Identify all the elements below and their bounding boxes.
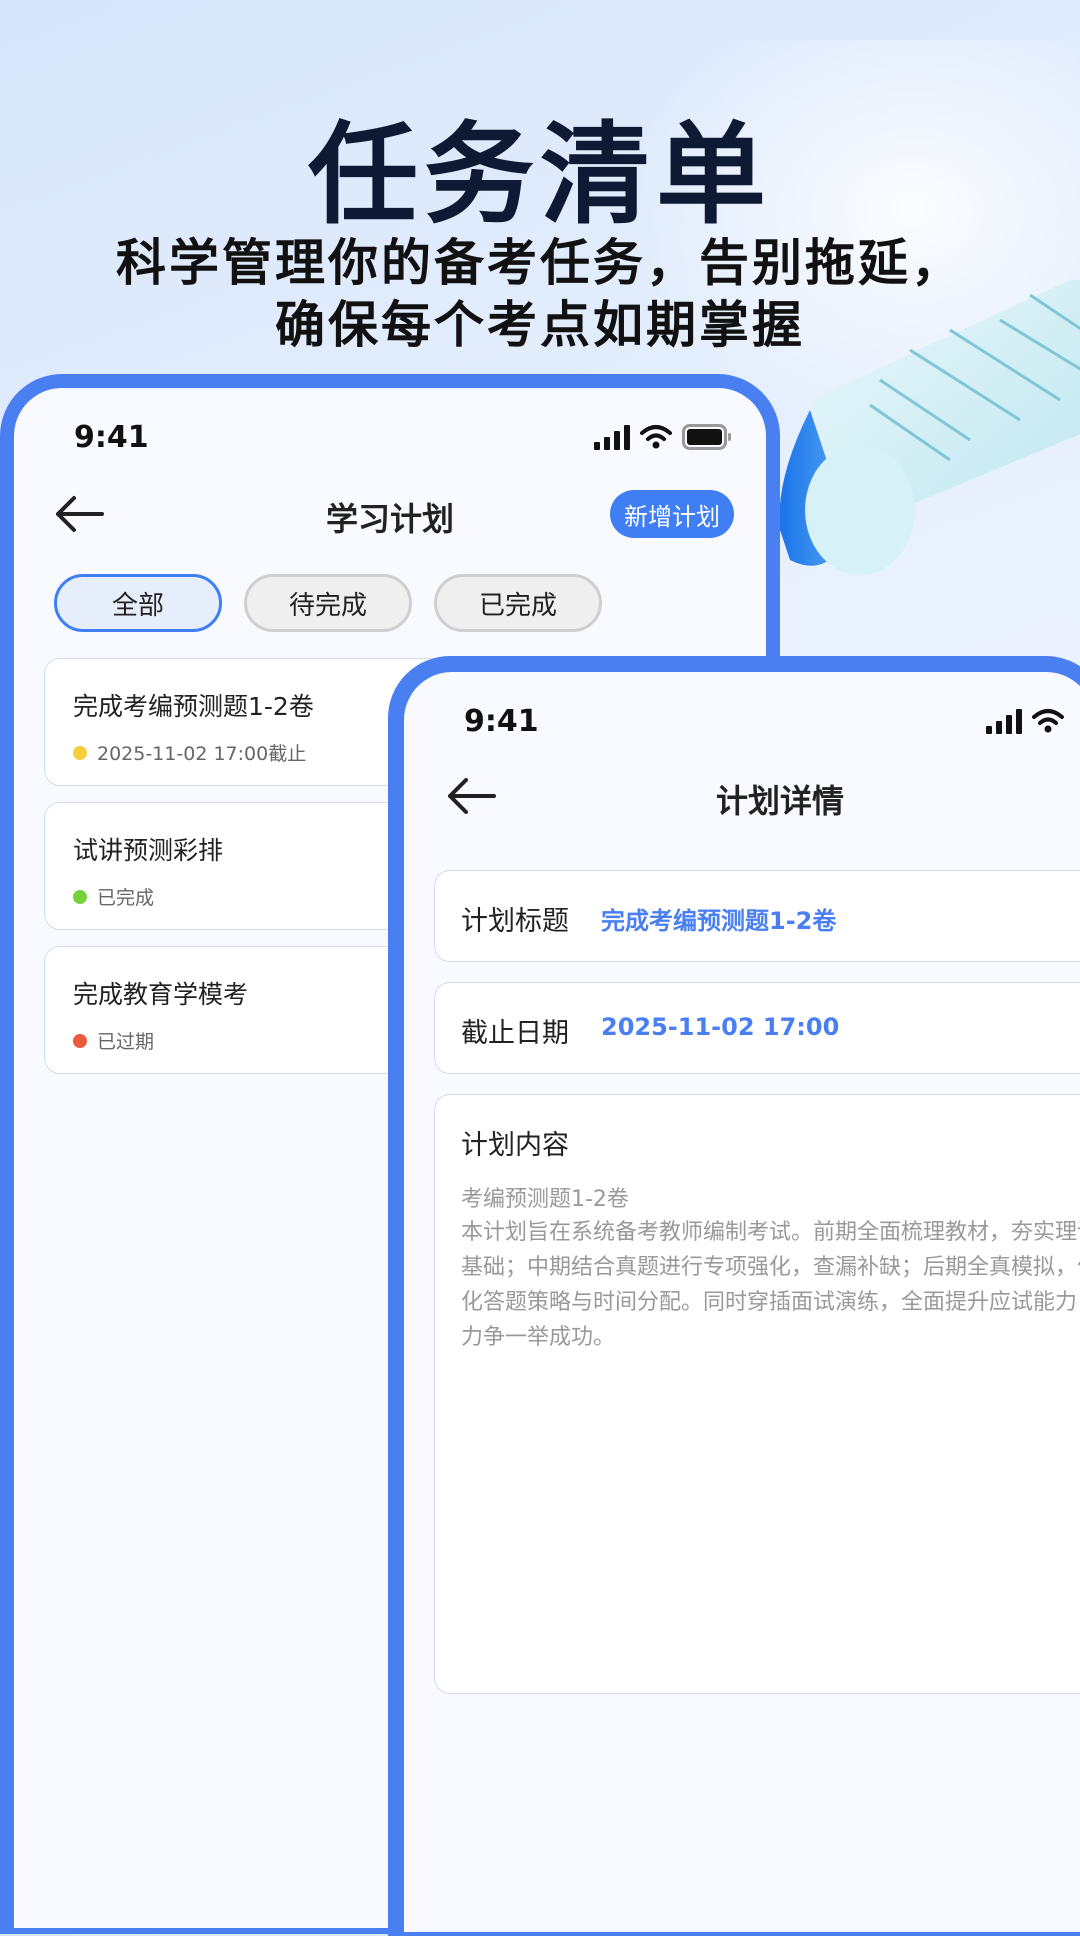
- task-card[interactable]: 完成教育学模考 已过期: [44, 946, 444, 1074]
- field-label: 截止日期: [461, 1018, 569, 1049]
- back-arrow-icon[interactable]: [52, 494, 108, 534]
- wifi-icon: [1032, 709, 1064, 733]
- status-icons: [986, 708, 1064, 734]
- content-subtitle: 考编预测题1-2卷: [461, 1187, 629, 1212]
- task-status: 已完成: [97, 887, 155, 909]
- paper-scroll-illustration: [779, 280, 1080, 575]
- page-title: 学习计划: [326, 500, 455, 538]
- task-title: 完成考编预测题1-2卷: [73, 692, 314, 721]
- task-deadline: 2025-11-02 17:00截止: [97, 743, 307, 765]
- signal-icon: [986, 709, 1022, 734]
- battery-icon: [682, 424, 731, 450]
- signal-icon: [594, 425, 630, 450]
- promo-title: 任务清单: [308, 111, 772, 239]
- status-dot: [73, 1033, 87, 1048]
- tab-completed[interactable]: 已完成: [434, 574, 602, 632]
- status-time: 9:41: [74, 420, 149, 455]
- deadline-field[interactable]: 截止日期 2025-11-02 17:00: [434, 982, 1080, 1074]
- page-title: 计划详情: [716, 782, 845, 820]
- task-card[interactable]: 试讲预测彩排 已完成: [44, 802, 444, 930]
- task-title: 完成教育学模考: [73, 980, 249, 1009]
- task-status: 已过期: [97, 1031, 155, 1053]
- task-meta: 已过期: [73, 1027, 154, 1054]
- task-meta: 已完成: [73, 883, 154, 910]
- task-card[interactable]: 完成考编预测题1-2卷 2025-11-02 17:00截止: [44, 658, 444, 786]
- field-label: 计划内容: [461, 1130, 569, 1161]
- tab-all[interactable]: 全部: [54, 574, 222, 632]
- add-plan-button[interactable]: 新增计划: [610, 490, 734, 538]
- wifi-icon: [640, 425, 672, 449]
- status-dot: [73, 745, 87, 760]
- tab-pending[interactable]: 待完成: [244, 574, 412, 632]
- status-time: 9:41: [464, 704, 539, 739]
- status-dot: [73, 889, 87, 904]
- task-meta: 2025-11-02 17:00截止: [73, 739, 306, 766]
- content-body: 本计划旨在系统备考教师编制考试。前期全面梳理教材，夯实理论基础；中期结合真题进行…: [461, 1220, 1080, 1350]
- status-icons: [594, 424, 732, 450]
- deadline-value: 2025-11-02 17:00: [601, 1013, 840, 1041]
- back-arrow-icon[interactable]: [444, 776, 500, 816]
- plan-content-field[interactable]: 计划内容 考编预测题1-2卷 本计划旨在系统备考教师编制考试。前期全面梳理教材，…: [434, 1094, 1080, 1694]
- plan-title-field[interactable]: 计划标题 完成考编预测题1-2卷: [434, 870, 1080, 962]
- field-label: 计划标题: [461, 906, 569, 937]
- plan-title-value: 完成考编预测题1-2卷: [601, 907, 837, 935]
- task-title: 试讲预测彩排: [73, 836, 224, 865]
